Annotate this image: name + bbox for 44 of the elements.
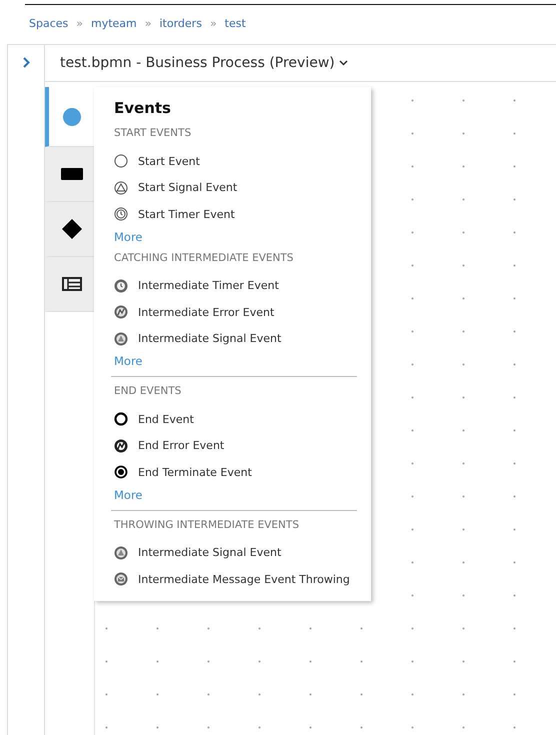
breadcrumb-link[interactable]: myteam xyxy=(91,16,137,30)
activity-tab[interactable] xyxy=(45,147,94,202)
breadcrumb-separator: » xyxy=(76,16,83,30)
section-heading: CATCHING INTERMEDIATE EVENTS xyxy=(114,252,294,264)
palette-item[interactable]: Start Signal Event xyxy=(114,174,359,201)
rectangle-icon xyxy=(60,168,82,180)
breadcrumb-separator: » xyxy=(210,16,217,30)
clock-icon xyxy=(114,207,128,222)
panel-title: Events xyxy=(114,99,172,117)
gateway-tab[interactable] xyxy=(45,202,94,257)
palette-item[interactable]: End Error Event xyxy=(114,432,357,459)
envelope-icon xyxy=(114,572,128,586)
section-heading: END EVENTS xyxy=(114,385,182,397)
circle-icon xyxy=(114,154,128,168)
clock-icon xyxy=(114,278,128,293)
table-icon xyxy=(62,277,82,291)
palette-item[interactable]: Intermediate Signal Event xyxy=(114,326,359,352)
palette-item[interactable]: End Event xyxy=(114,406,357,432)
palette-item[interactable]: Start Timer Event xyxy=(114,201,359,228)
triangle-circle-icon xyxy=(114,180,128,195)
chevron-right-icon[interactable] xyxy=(22,57,30,68)
editor-title: test.bpmn - Business Process (Preview) xyxy=(60,55,335,71)
lightning-circle-icon xyxy=(114,438,128,453)
circle-icon xyxy=(114,412,128,426)
target-icon xyxy=(114,465,128,480)
section-heading: THROWING INTERMEDIATE EVENTS xyxy=(114,518,300,530)
breadcrumb-separator: » xyxy=(144,16,152,30)
chevron-down-icon[interactable] xyxy=(338,60,348,66)
triangle-circle-icon xyxy=(114,546,128,560)
palette-item[interactable]: Start Event xyxy=(114,148,359,174)
breadcrumb-link[interactable]: Spaces xyxy=(29,16,68,30)
palette-item[interactable]: Intermediate Signal Event xyxy=(114,540,357,566)
breadcrumb-link[interactable]: itorders xyxy=(160,16,202,30)
triangle-circle-icon xyxy=(114,332,128,346)
palette-item[interactable]: Intermediate Message Event Throwing xyxy=(114,566,357,592)
palette-item[interactable]: Intermediate Timer Event xyxy=(114,272,359,299)
palette-item[interactable]: Intermediate Error Event xyxy=(114,299,359,326)
breadcrumb-link[interactable]: test xyxy=(224,16,246,30)
circle-icon xyxy=(62,108,80,126)
diamond-icon xyxy=(62,219,82,239)
lanes-tab[interactable] xyxy=(45,257,94,312)
lightning-circle-icon xyxy=(114,305,128,320)
section-heading: START EVENTS xyxy=(114,127,192,139)
palette-item[interactable]: End Terminate Event xyxy=(114,459,357,486)
